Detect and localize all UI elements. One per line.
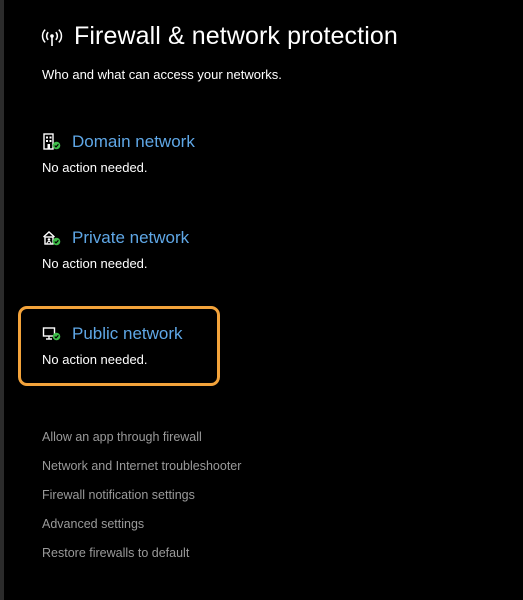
private-network-title[interactable]: Private network <box>72 228 189 248</box>
domain-network-link[interactable]: Domain network <box>42 132 195 152</box>
private-network-icon <box>42 229 62 247</box>
domain-network-status: No action needed. <box>42 160 148 175</box>
advanced-settings-link[interactable]: Advanced settings <box>42 517 241 546</box>
allow-app-link[interactable]: Allow an app through firewall <box>42 430 241 459</box>
window-edge <box>0 0 4 600</box>
troubleshooter-link[interactable]: Network and Internet troubleshooter <box>42 459 241 488</box>
public-network-icon <box>42 325 62 343</box>
restore-defaults-link[interactable]: Restore firewalls to default <box>42 546 241 575</box>
page-header: Firewall & network protection <box>40 22 398 51</box>
private-network-link[interactable]: Private network <box>42 228 189 248</box>
page-title: Firewall & network protection <box>74 22 398 50</box>
related-links: Allow an app through firewall Network an… <box>42 430 241 575</box>
domain-network-section[interactable]: Domain network No action needed. <box>42 132 195 175</box>
public-network-title[interactable]: Public network <box>72 324 183 344</box>
private-network-section[interactable]: Private network No action needed. <box>42 228 189 271</box>
domain-network-icon <box>42 133 62 151</box>
public-network-status: No action needed. <box>42 352 148 367</box>
public-network-link[interactable]: Public network <box>42 324 183 344</box>
public-network-section[interactable]: Public network No action needed. <box>42 324 183 367</box>
page-subtitle: Who and what can access your networks. <box>42 67 282 82</box>
private-network-status: No action needed. <box>42 256 148 271</box>
domain-network-title[interactable]: Domain network <box>72 132 195 152</box>
notification-settings-link[interactable]: Firewall notification settings <box>42 488 241 517</box>
wifi-antenna-icon <box>40 25 64 49</box>
